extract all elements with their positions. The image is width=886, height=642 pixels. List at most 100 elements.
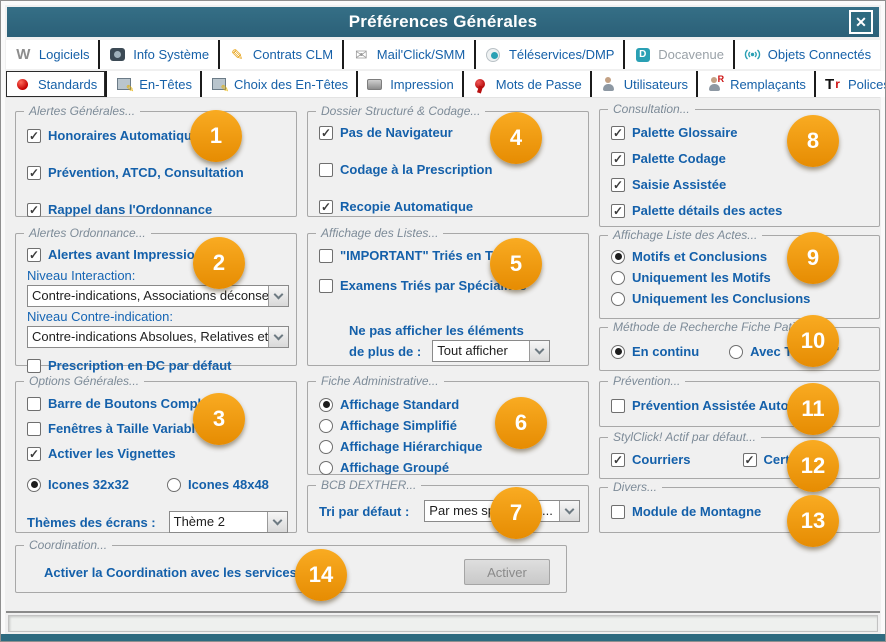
group-title: Alertes Ordonnance... <box>24 226 151 240</box>
checkbox-icon[interactable] <box>27 129 41 143</box>
chevron-down-icon[interactable] <box>268 327 288 347</box>
filter-select[interactable]: Tout afficher <box>432 340 550 362</box>
radio-icon[interactable] <box>319 419 333 433</box>
checkbox-icon[interactable] <box>319 163 333 177</box>
checkbox-prevention-atcd-consultation[interactable]: Prévention, ATCD, Consultation <box>27 164 288 181</box>
checkbox-icon[interactable] <box>27 248 41 262</box>
group-title: Consultation... <box>608 102 695 116</box>
step-badge-1: 1 <box>190 110 242 162</box>
group-title: Divers... <box>608 480 662 494</box>
radio-icones-48[interactable]: Icones 48x48 <box>167 476 269 493</box>
chevron-down-icon[interactable] <box>268 286 288 306</box>
radio-uniquement-conclusions[interactable]: Uniquement les Conclusions <box>611 290 871 307</box>
tab-mots-de-passe[interactable]: Mots de Passe <box>462 71 590 97</box>
checkbox-honoraires-automatiques[interactable]: Honoraires Automatiques <box>27 127 288 144</box>
checkbox-label: Saisie Assistée <box>632 177 726 192</box>
chevron-down-icon[interactable] <box>529 341 549 361</box>
camera-icon <box>109 47 126 63</box>
checkbox-icon[interactable] <box>611 178 625 192</box>
group-bcb-dexther: BCB DEXTHER... Tri par défaut : Par mes … <box>307 485 589 533</box>
checkbox-fenetres-taille-variable[interactable]: Fenêtres à Taille Variable <box>27 420 288 437</box>
step-badge-4: 4 <box>490 112 542 164</box>
checkbox-icon[interactable] <box>743 453 757 467</box>
checkbox-icon[interactable] <box>27 166 41 180</box>
radio-icon[interactable] <box>729 345 743 359</box>
radio-label: Affichage Groupé <box>340 460 449 475</box>
themes-select[interactable]: Thème 2 <box>169 511 288 533</box>
checkbox-icon[interactable] <box>319 200 333 214</box>
radio-icon[interactable] <box>319 440 333 454</box>
tab-teleservices-dmp[interactable]: Téléservices/DMP <box>474 40 623 69</box>
tab-label: En-Têtes <box>139 77 192 92</box>
radio-icon[interactable] <box>611 250 625 264</box>
checkbox-rappel-ordonnance[interactable]: Rappel dans l'Ordonnance <box>27 201 288 218</box>
tab-label: Choix des En-Têtes <box>234 77 348 92</box>
radio-icon[interactable] <box>27 478 41 492</box>
radio-icon[interactable] <box>611 345 625 359</box>
checkbox-icon[interactable] <box>27 203 41 217</box>
checkbox-icon[interactable] <box>611 505 625 519</box>
tab-impression[interactable]: Impression <box>356 71 462 97</box>
radio-affichage-hierarchique[interactable]: Affichage Hiérarchique <box>319 438 580 455</box>
checkbox-examens-tries[interactable]: Examens Triés par Spécialités <box>319 277 580 294</box>
group-coordination: Coordination... Activer la Coordination … <box>15 545 567 593</box>
tab-polices-sons[interactable]: Tr Polices/Sons <box>814 71 886 97</box>
checkbox-codage-prescription[interactable]: Codage à la Prescription <box>319 161 580 178</box>
radio-icon[interactable] <box>319 461 333 475</box>
printer-icon <box>366 76 383 92</box>
checkbox-activer-vignettes[interactable]: Activer les Vignettes <box>27 445 288 462</box>
tri-defaut-label: Tri par défaut : <box>319 504 409 519</box>
checkbox-palette-details-actes[interactable]: Palette détails des actes <box>611 202 871 219</box>
checkbox-icon[interactable] <box>27 422 41 436</box>
tab-docavenue[interactable]: D Docavenue <box>623 40 733 69</box>
checkbox-icon[interactable] <box>27 397 41 411</box>
checkbox-icon[interactable] <box>27 447 41 461</box>
checkbox-icon[interactable] <box>319 249 333 263</box>
checkbox-saisie-assistee[interactable]: Saisie Assistée <box>611 176 871 193</box>
niveau-interaction-select[interactable]: Contre-indications, Associations déconse… <box>27 285 289 307</box>
w-icon: W <box>15 47 32 63</box>
radio-icon[interactable] <box>319 398 333 412</box>
tab-remplacants[interactable]: R Remplaçants <box>696 71 814 97</box>
checkbox-icon[interactable] <box>611 453 625 467</box>
step-badge-14: 14 <box>295 549 347 601</box>
radio-affichage-groupe[interactable]: Affichage Groupé <box>319 459 580 476</box>
checkbox-icon[interactable] <box>319 279 333 293</box>
niveau-contre-indication-select[interactable]: Contre-indications Absolues, Relatives e… <box>27 326 289 348</box>
checkbox-courriers[interactable]: Courriers <box>611 451 691 468</box>
tab-standards[interactable]: Standards <box>6 71 105 97</box>
radio-icon[interactable] <box>611 292 625 306</box>
group-dossier-structure: Dossier Structuré & Codage... Pas de Nav… <box>307 111 589 217</box>
checkbox-recopie-automatique[interactable]: Recopie Automatique <box>319 198 580 215</box>
checkbox-icon[interactable] <box>27 359 41 373</box>
tab-choix-en-tetes[interactable]: Choix des En-Têtes <box>200 71 356 97</box>
checkbox-icon[interactable] <box>611 126 625 140</box>
checkbox-icon[interactable] <box>319 126 333 140</box>
chevron-down-icon[interactable] <box>559 501 579 521</box>
tab-objets-connectes[interactable]: Objets Connectés <box>733 40 880 69</box>
activer-button[interactable]: Activer <box>464 559 550 585</box>
tab-contrats-clm[interactable]: ✎ Contrats CLM <box>218 40 342 69</box>
red-dot-icon <box>14 76 31 92</box>
radio-en-continu[interactable]: En continu <box>611 343 699 360</box>
tab-label: Impression <box>390 77 454 92</box>
tab-en-tetes[interactable]: En-Têtes <box>105 71 200 97</box>
radio-icon[interactable] <box>167 478 181 492</box>
checkbox-icon[interactable] <box>611 152 625 166</box>
radio-icon[interactable] <box>611 271 625 285</box>
checkbox-alertes-avant-impression[interactable]: Alertes avant Impression <box>27 246 288 263</box>
checkbox-barre-boutons[interactable]: Barre de Boutons Complète <box>27 395 288 412</box>
checkbox-icon[interactable] <box>611 204 625 218</box>
checkbox-icon[interactable] <box>611 399 625 413</box>
tab-mailclick-smm[interactable]: ✉ Mail'Click/SMM <box>342 40 474 69</box>
checkbox-label: Module de Montagne <box>632 504 761 519</box>
tab-info-systeme[interactable]: Info Système <box>98 40 218 69</box>
checkbox-prescription-dc[interactable]: Prescription en DC par défaut <box>27 357 288 374</box>
select-value: Contre-indications, Associations déconse… <box>28 286 268 306</box>
tab-logiciels[interactable]: W Logiciels <box>6 40 98 69</box>
radio-icones-32[interactable]: Icones 32x32 <box>27 476 129 493</box>
close-button[interactable]: ✕ <box>849 10 873 34</box>
checkbox-label: "IMPORTANT" Triés en Tête <box>340 248 512 263</box>
tab-utilisateurs[interactable]: Utilisateurs <box>590 71 696 97</box>
chevron-down-icon[interactable] <box>267 512 287 532</box>
